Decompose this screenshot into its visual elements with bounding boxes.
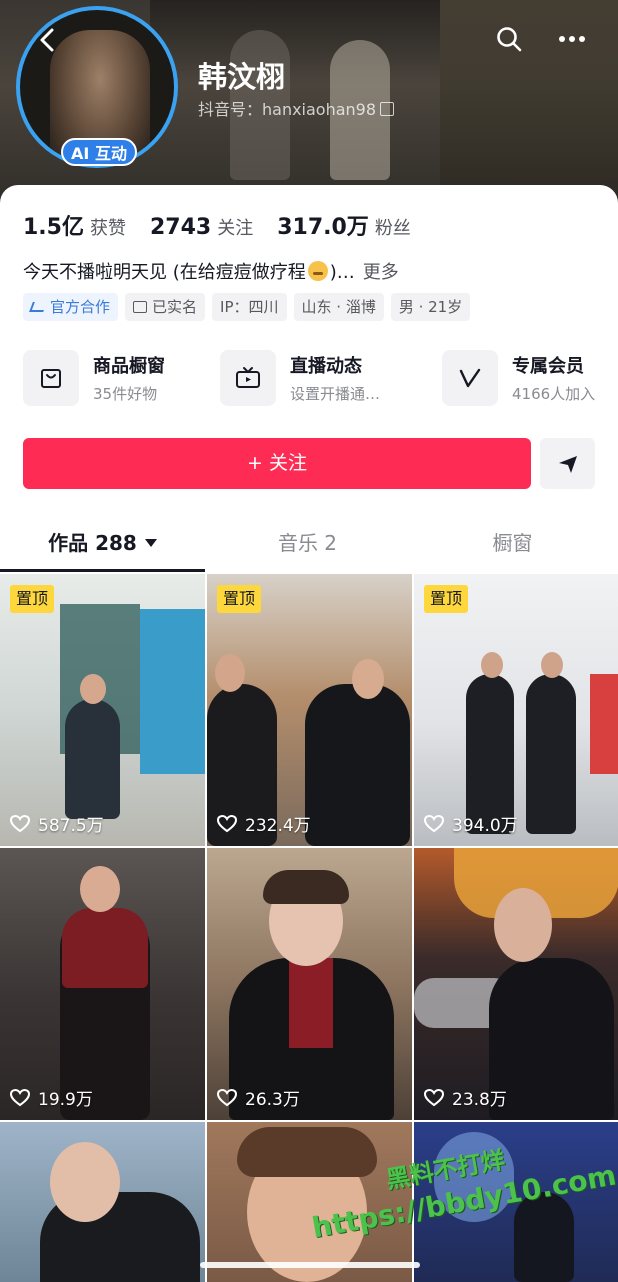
feature-subtitle: 设置开播通…: [290, 385, 381, 403]
video-thumbnail[interactable]: 26.3万: [207, 848, 412, 1120]
profile-name: 韩汶栩: [198, 60, 286, 94]
video-likes: 19.9万: [10, 1085, 93, 1110]
tab-shop-window[interactable]: 橱窗: [410, 515, 615, 571]
v-icon: [459, 368, 481, 388]
active-tab-indicator: [0, 569, 205, 572]
heart-icon: [424, 1088, 444, 1106]
video-thumbnail[interactable]: 置顶 587.5万: [0, 574, 205, 846]
heart-icon: [424, 814, 444, 832]
feature-membership[interactable]: 专属会员 4166人加入: [442, 349, 595, 407]
back-button[interactable]: [34, 24, 62, 56]
tag-row: 官方合作 已实名 IP：四川 山东 · 淄博 男 · 21岁: [23, 293, 471, 321]
tv-icon: [236, 367, 260, 388]
video-thumbnail[interactable]: 23.8万: [414, 848, 618, 1120]
bio-more-link[interactable]: 更多: [363, 262, 399, 283]
following-label: 关注: [217, 218, 254, 239]
feature-row: 商品橱窗 35件好物 直播动态 设置开播通… 专属会员 4166人加入: [23, 349, 603, 409]
followers-count[interactable]: 317.0万: [277, 209, 369, 241]
feature-title: 直播动态: [290, 356, 362, 377]
id-card-icon: [133, 301, 148, 313]
video-likes: 26.3万: [217, 1085, 300, 1110]
bag-icon: [41, 369, 61, 388]
follow-button[interactable]: + 关注: [23, 438, 531, 489]
tag-ip: IP：四川: [212, 293, 287, 321]
video-thumbnail[interactable]: 19.9万: [0, 848, 205, 1120]
bio[interactable]: 今天不播啦明天见 (在给痘痘做疗程 )… 更多: [23, 258, 399, 284]
heart-icon: [217, 814, 237, 832]
tired-face-emoji-icon: [307, 261, 328, 281]
more-button[interactable]: [556, 24, 588, 54]
feature-live-updates[interactable]: 直播动态 设置开播通…: [220, 349, 380, 407]
video-thumbnail[interactable]: 置顶 232.4万: [207, 574, 412, 846]
followers-label: 粉丝: [374, 218, 411, 239]
search-button[interactable]: [494, 24, 524, 54]
profile-header: AI 互动 韩汶栩 抖音号：hanxiaohan98: [0, 0, 618, 215]
video-likes: 394.0万: [424, 811, 518, 836]
share-button[interactable]: [540, 438, 595, 489]
feature-title: 专属会员: [512, 356, 584, 377]
caret-down-icon: [144, 539, 157, 547]
pinned-badge: 置顶: [424, 585, 469, 613]
tag-location: 山东 · 淄博: [293, 293, 384, 321]
video-thumbnail[interactable]: [0, 1122, 205, 1282]
heart-icon: [217, 1088, 237, 1106]
following-count[interactable]: 2743: [150, 215, 211, 240]
feature-subtitle: 35件好物: [93, 385, 158, 403]
douyin-id: 抖音号：hanxiaohan98: [198, 100, 377, 119]
profile-tabs: 作品 288 音乐 2 橱窗: [0, 515, 618, 571]
feature-title: 商品橱窗: [93, 356, 165, 377]
home-indicator[interactable]: [200, 1262, 420, 1268]
pinned-badge: 置顶: [217, 585, 262, 613]
heart-icon: [10, 814, 30, 832]
bio-text: 今天不播啦明天见 (在给痘痘做疗程: [23, 262, 306, 283]
likes-count[interactable]: 1.5亿: [23, 209, 84, 241]
pinned-badge: 置顶: [10, 585, 55, 613]
more-dots-icon: [559, 36, 585, 42]
profile-card: 1.5亿 获赞 2743 关注 317.0万 粉丝 今天不播啦明天见 (在给痘痘…: [0, 185, 618, 1282]
video-likes: 587.5万: [10, 811, 104, 836]
likes-label: 获赞: [89, 218, 126, 239]
partner-icon: [29, 302, 47, 312]
ai-interact-badge[interactable]: AI 互动: [61, 138, 137, 166]
search-icon: [497, 27, 522, 52]
send-icon: [558, 455, 577, 473]
tab-music[interactable]: 音乐 2: [205, 515, 410, 571]
feature-subtitle: 4166人加入: [512, 385, 596, 403]
tag-verified[interactable]: 已实名: [125, 293, 206, 321]
stats-row: 1.5亿 获赞 2743 关注 317.0万 粉丝: [23, 209, 435, 241]
feature-shop-window[interactable]: 商品橱窗 35件好物: [23, 349, 165, 407]
bio-text-end: )…: [329, 262, 355, 283]
douyin-id-row[interactable]: 抖音号：hanxiaohan98: [198, 96, 395, 120]
chevron-left-icon: [40, 28, 54, 52]
video-likes: 23.8万: [424, 1085, 507, 1110]
header-tree: [440, 0, 618, 215]
heart-icon: [10, 1088, 30, 1106]
copy-icon[interactable]: [380, 102, 395, 116]
tag-official-partner[interactable]: 官方合作: [23, 293, 119, 321]
video-likes: 232.4万: [217, 811, 311, 836]
tag-gender-age: 男 · 21岁: [390, 293, 471, 321]
tab-works[interactable]: 作品 288: [0, 515, 205, 571]
video-thumbnail[interactable]: 置顶 394.0万: [414, 574, 618, 846]
